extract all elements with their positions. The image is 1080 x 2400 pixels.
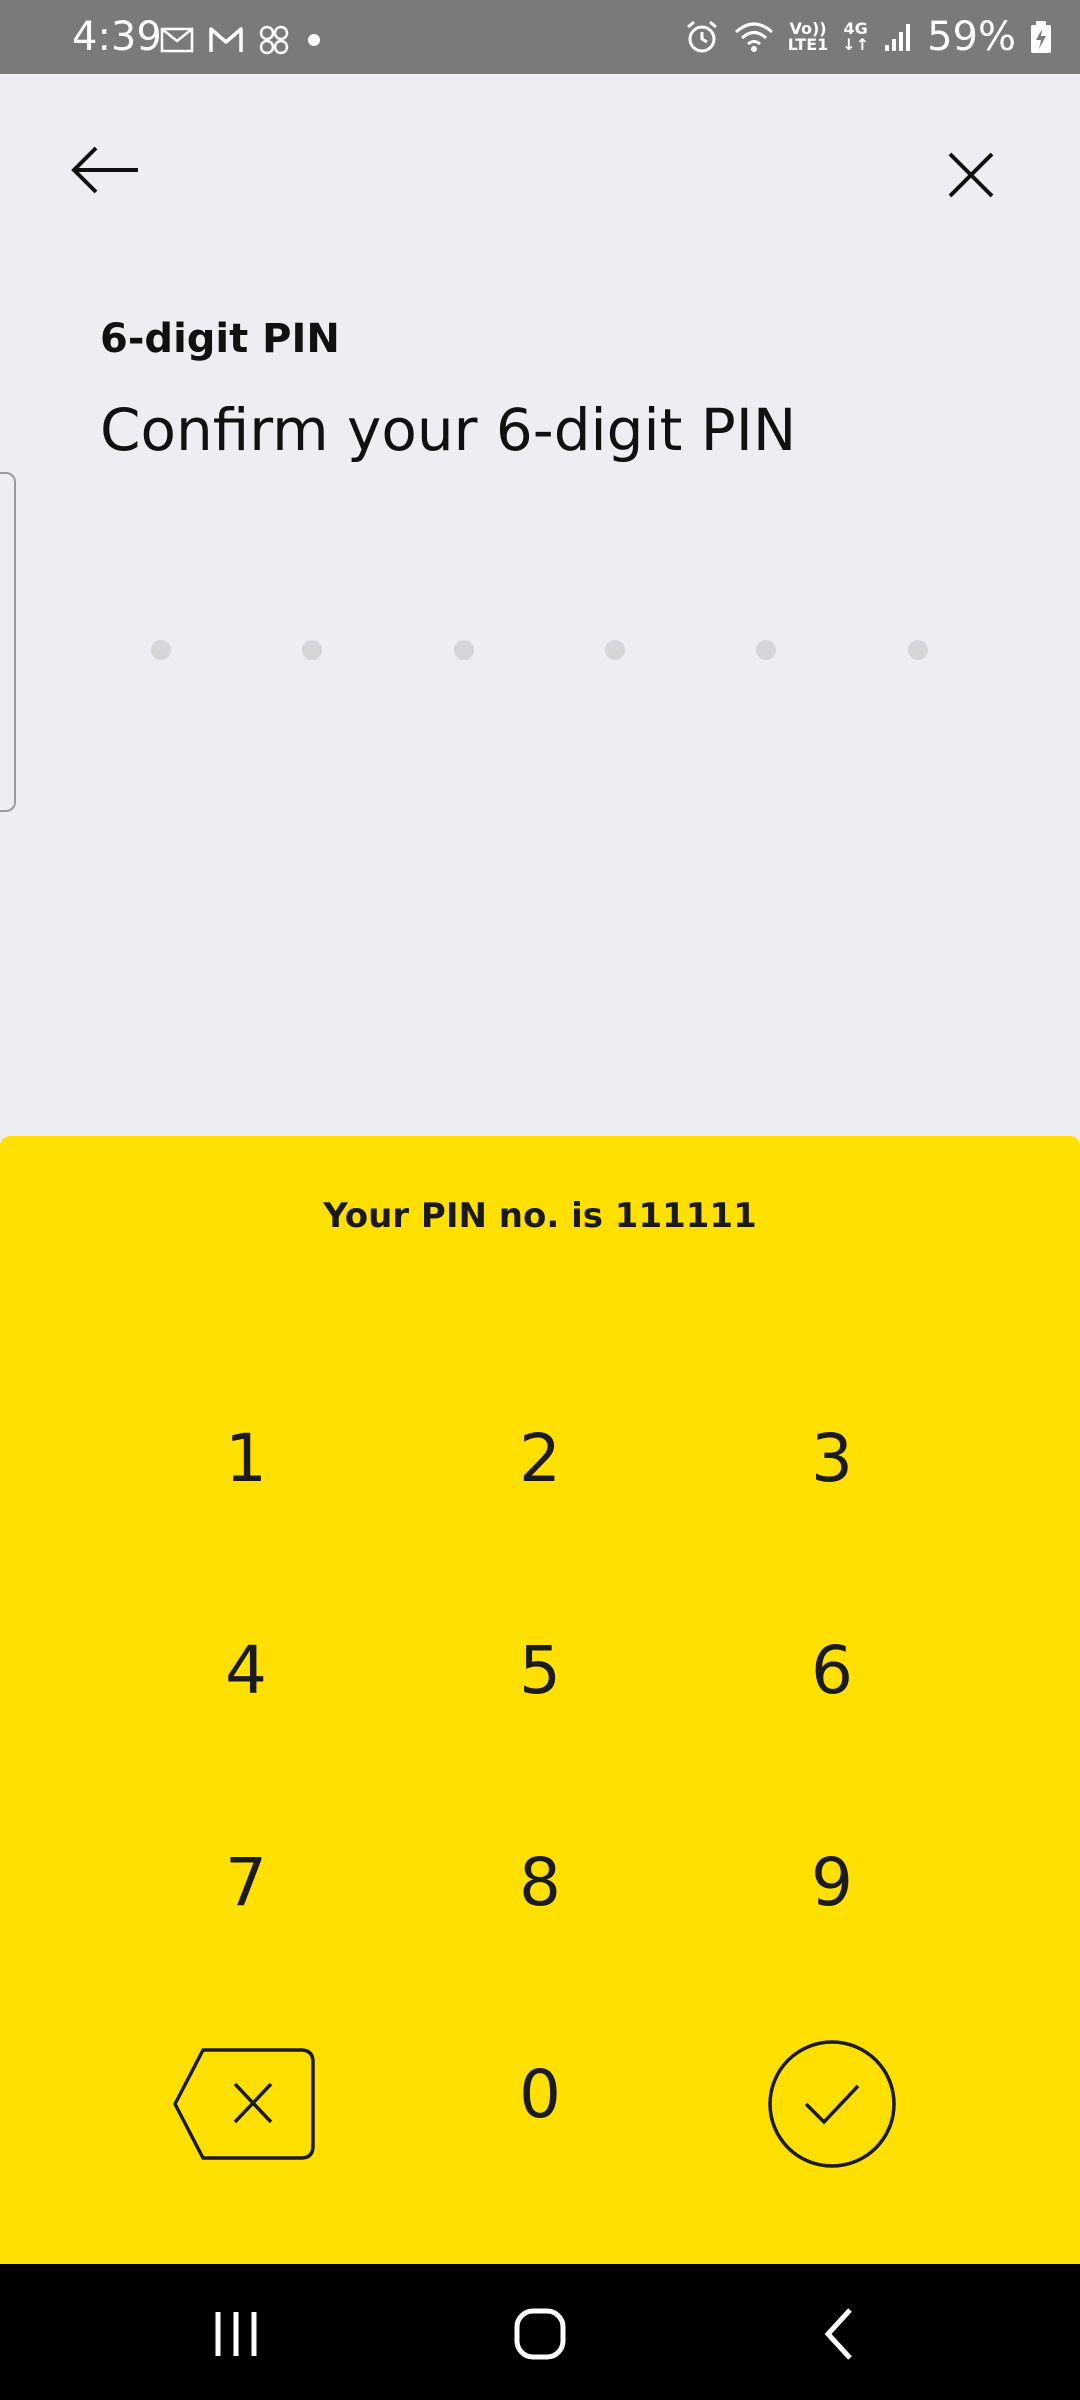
system-nav-bar [0,2264,1080,2400]
wifi-icon [734,22,773,52]
status-bar: 4:39 Vo)) LTE1 4G ↓↑ 59% [0,0,1080,74]
key-7[interactable]: 7 [146,1822,346,1942]
key-0[interactable]: 0 [440,2034,640,2154]
pin-dot [605,640,625,660]
arrow-left-icon [71,146,138,194]
volte-indicator: Vo)) LTE1 [787,19,829,54]
system-back-button[interactable] [802,2294,882,2374]
pin-dot [302,640,322,660]
key-9[interactable]: 9 [732,1822,932,1942]
close-button[interactable] [936,144,1006,208]
network-gen-indicator: 4G ↓↑ [842,19,870,54]
pin-dot [908,640,928,660]
email-icon [160,27,194,53]
confirm-button[interactable] [732,2040,932,2168]
home-button[interactable] [500,2294,580,2374]
battery-percent: 59% [927,14,1016,60]
back-button[interactable] [66,134,150,198]
pin-dot [756,640,776,660]
recents-icon [215,2312,257,2356]
backspace-icon [173,2048,315,2160]
app-grid-icon [259,25,289,55]
pin-dot [454,640,474,660]
pin-dots [0,640,1080,670]
close-icon [948,152,994,198]
page-title: Confirm your 6-digit PIN [100,396,797,464]
status-notification-icons [160,24,324,56]
key-4[interactable]: 4 [146,1610,346,1730]
battery-charging-icon [1031,21,1051,53]
signal-strength-icon [885,24,911,51]
check-circle-icon [768,2040,896,2168]
pin-hint: Your PIN no. is 111111 [323,1196,757,1236]
home-icon [514,2308,566,2360]
backspace-button[interactable] [146,2044,346,2164]
key-8[interactable]: 8 [440,1822,640,1942]
key-1[interactable]: 1 [146,1398,346,1518]
recents-button[interactable] [196,2294,276,2374]
status-time: 4:39 [72,14,162,60]
key-3[interactable]: 3 [732,1398,932,1518]
pin-section-label: 6-digit PIN [100,316,340,362]
alarm-icon [686,20,717,53]
pin-dot [151,640,171,660]
key-5[interactable]: 5 [440,1610,640,1730]
key-6[interactable]: 6 [732,1610,932,1730]
notification-dot-icon [308,34,320,46]
back-chevron-icon [824,2308,852,2360]
status-system-icons: Vo)) LTE1 4G ↓↑ 59% [684,14,1052,60]
key-2[interactable]: 2 [440,1398,640,1518]
gmail-icon [209,27,243,52]
